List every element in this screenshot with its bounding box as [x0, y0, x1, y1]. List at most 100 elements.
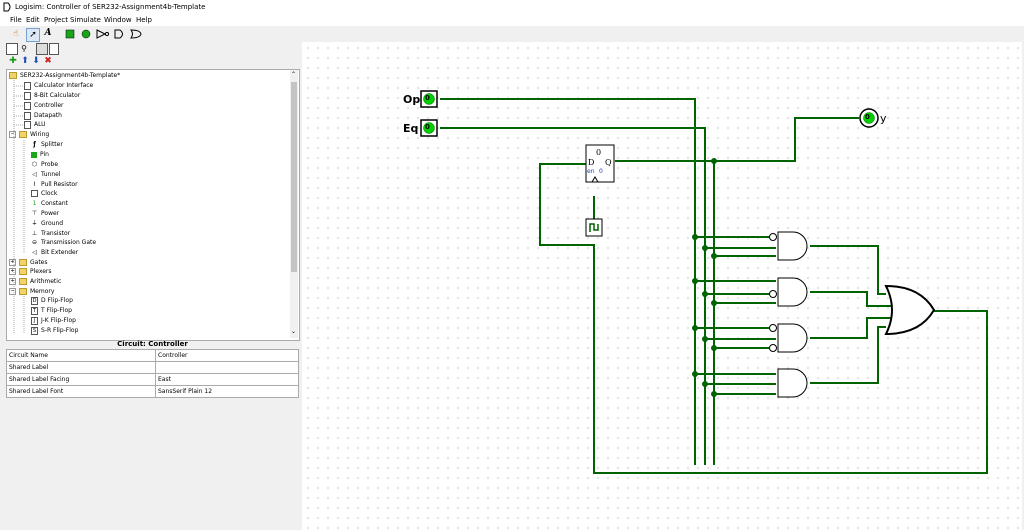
- add-output-pin-icon[interactable]: [80, 28, 92, 40]
- collapse-icon: −: [9, 288, 16, 295]
- tree-item-splitter[interactable]: ƒ Splitter: [31, 140, 63, 150]
- attribute-value[interactable]: Controller: [155, 349, 299, 362]
- circuit-icon: [24, 91, 31, 100]
- menu-file[interactable]: File: [10, 16, 22, 24]
- tree-item-power[interactable]: ⊤ Power: [31, 209, 59, 219]
- and-gate-4: [777, 368, 808, 398]
- tree-item-arithmetic[interactable]: + Arithmetic: [9, 277, 61, 287]
- attribute-value[interactable]: [155, 361, 299, 374]
- wire-eq: [440, 127, 706, 465]
- tree-item-constant[interactable]: 1 Constant: [31, 199, 68, 209]
- folder-icon: [19, 278, 27, 285]
- attribute-name: Circuit Name: [6, 349, 156, 362]
- logisim-app-icon: [3, 2, 11, 12]
- ff-en-value: 0: [599, 168, 603, 175]
- inverter-bubble: [769, 324, 777, 332]
- circuit-drawing: [420, 90, 988, 474]
- scroll-down-icon[interactable]: ⌄: [291, 328, 296, 335]
- and-gate-icon[interactable]: [114, 28, 126, 40]
- wire-and4-out: [810, 326, 886, 384]
- ff-d-label: D: [588, 158, 595, 167]
- wire-op: [440, 98, 696, 465]
- tree-item-probe[interactable]: ⬡ Probe: [31, 160, 58, 170]
- add-input-pin-icon[interactable]: [64, 28, 76, 40]
- folder-icon: [9, 72, 17, 79]
- menu-help[interactable]: Help: [136, 16, 152, 24]
- tree-item-8bit-calculator[interactable]: 8-Bit Calculator: [24, 91, 80, 101]
- add-circuit-icon[interactable]: ✚: [8, 56, 18, 66]
- title-bar: Logisim: Controller of SER232-Assignment…: [0, 0, 1024, 14]
- expand-icon: +: [9, 268, 16, 275]
- attribute-name: Shared Label Font: [6, 385, 156, 398]
- scroll-up-icon[interactable]: ⌃: [291, 71, 296, 78]
- edit-appearance-icon[interactable]: [49, 43, 59, 55]
- explorer-scrollbar[interactable]: ⌃ ⌄: [290, 70, 298, 338]
- edit-layout-icon[interactable]: [36, 43, 48, 55]
- bit-extender-icon: ◁: [32, 249, 37, 256]
- folder-icon: [19, 288, 27, 295]
- circuit-canvas[interactable]: Op Eq 0 0 0 y 0 D Q en 0: [302, 42, 1022, 530]
- scrollbar-thumb[interactable]: [291, 82, 297, 272]
- move-up-icon[interactable]: ⬆: [21, 56, 29, 66]
- resistor-icon: ⌇: [33, 181, 36, 188]
- tree-item-plexers[interactable]: + Plexers: [9, 267, 52, 277]
- menu-project[interactable]: Project: [44, 16, 68, 24]
- tree-item-calculator-interface[interactable]: Calculator Interface: [24, 81, 93, 91]
- hand-poke-icon[interactable]: ☝: [10, 28, 22, 40]
- show-toolbox-icon[interactable]: [6, 43, 18, 55]
- folder-icon: [19, 268, 27, 275]
- delete-circuit-icon[interactable]: ✖: [44, 56, 52, 66]
- tree-item-jk-flip-flop[interactable]: J J-K Flip-Flop: [31, 316, 76, 326]
- view-toolbar: ⚲: [0, 42, 300, 56]
- tree-item-project[interactable]: SER232-Assignment4b-Template*: [9, 71, 120, 81]
- wire-q: [615, 160, 715, 465]
- tree-item-controller[interactable]: Controller: [24, 101, 64, 111]
- tree-item-sr-flip-flop[interactable]: S S-R Flip-Flop: [31, 326, 78, 336]
- tree-item-bit-extender[interactable]: ◁ Bit Extender: [31, 248, 78, 258]
- attribute-value[interactable]: East: [155, 373, 299, 386]
- folder-icon: [19, 259, 27, 266]
- attributes-table: Circuit Name Controller Shared Label Sha…: [6, 349, 299, 398]
- and-gate-1: [777, 231, 808, 261]
- tree-item-d-flip-flop[interactable]: DD Flip-Flop: [31, 296, 73, 306]
- not-gate-icon[interactable]: [96, 28, 110, 40]
- tree-item-wiring[interactable]: − Wiring: [9, 130, 49, 140]
- menu-bar: File Edit Project Simulate Window Help: [0, 14, 1024, 26]
- simulation-tree-icon[interactable]: ⚲: [18, 43, 30, 53]
- constant-icon: 1: [32, 200, 37, 207]
- label-eq: Eq: [403, 122, 419, 135]
- label-y: y: [880, 112, 887, 125]
- folder-icon: [19, 131, 27, 138]
- tree-item-tunnel[interactable]: ◁ Tunnel: [31, 170, 60, 180]
- or-gate-icon[interactable]: [130, 28, 142, 40]
- select-arrow-icon[interactable]: ➚: [26, 28, 40, 42]
- menu-window[interactable]: Window: [104, 16, 132, 24]
- tree-item-pin[interactable]: Pin: [31, 150, 49, 160]
- text-tool-icon[interactable]: A: [42, 27, 54, 39]
- move-down-icon[interactable]: ⬇: [32, 56, 40, 66]
- inverter-bubble: [769, 290, 777, 298]
- tree-item-ground[interactable]: ⏚ Ground: [31, 219, 63, 229]
- tree-item-t-flip-flop[interactable]: TT Flip-Flop: [31, 306, 72, 316]
- and-gates: [769, 231, 936, 398]
- pin-op-value: 0: [425, 94, 430, 102]
- tree-item-clock[interactable]: Clock: [31, 189, 57, 199]
- attributes-title: Circuit: Controller: [117, 340, 188, 348]
- tunnel-icon: ◁: [32, 171, 37, 178]
- menu-simulate[interactable]: Simulate: [70, 16, 101, 24]
- expand-icon: +: [9, 259, 16, 266]
- attribute-value[interactable]: SansSerif Plain 12: [155, 385, 299, 398]
- transmission-gate-icon: ⊖: [31, 239, 38, 246]
- menu-edit[interactable]: Edit: [26, 16, 40, 24]
- label-op: Op: [403, 93, 421, 106]
- wires: [440, 98, 988, 474]
- flipflop-icon: S: [31, 326, 38, 335]
- tree-item-transmission-gate[interactable]: ⊖ Transmission Gate: [31, 238, 96, 248]
- tree-item-alu[interactable]: ALU: [24, 120, 46, 130]
- flipflop-icon: D: [31, 296, 38, 305]
- project-toolbar: ✚ ⬆ ⬇ ✖: [0, 56, 300, 68]
- circuit-icon: [24, 81, 31, 90]
- splitter-icon: ƒ: [33, 141, 36, 148]
- attribute-row: Shared Label Font SansSerif Plain 12: [6, 385, 299, 398]
- explorer-tree: SER232-Assignment4b-Template* Calculator…: [6, 69, 300, 341]
